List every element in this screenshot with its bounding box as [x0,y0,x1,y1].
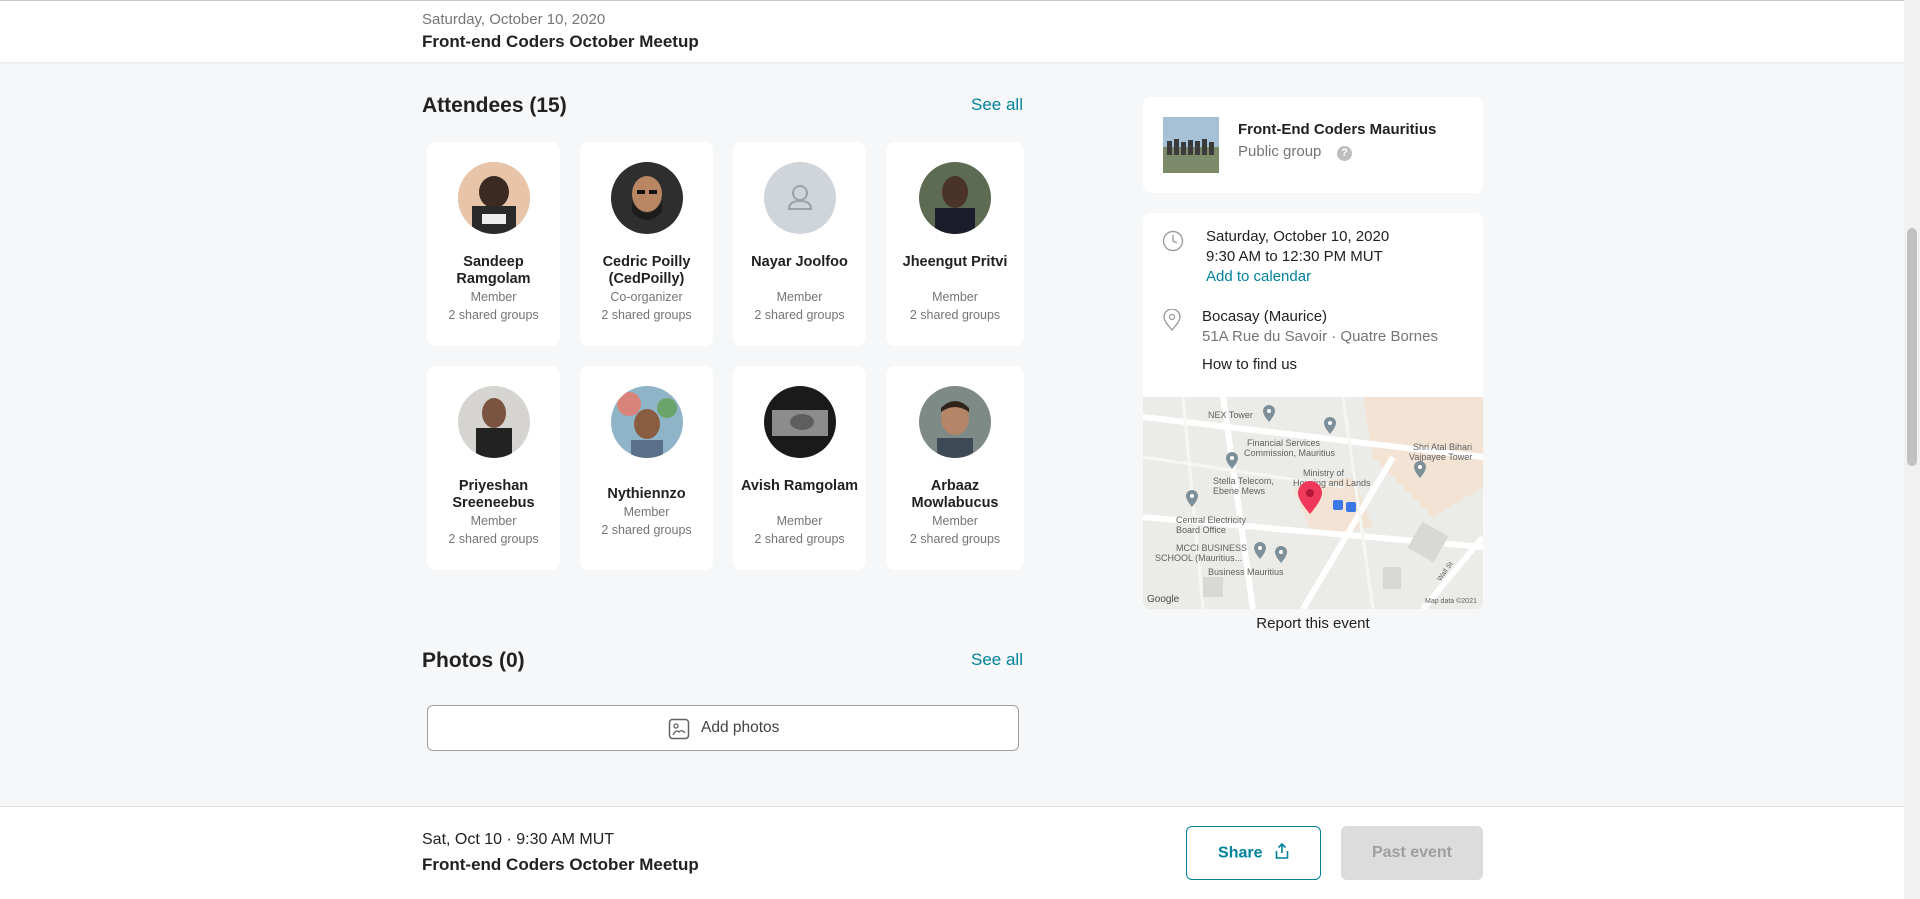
event-date-detail: Saturday, October 10, 2020 [1206,228,1390,245]
add-to-calendar-link[interactable]: Add to calendar [1206,268,1311,285]
sticky-header: Saturday, October 10, 2020 Front-end Cod… [0,0,1904,62]
attendee-role: Member [932,290,978,304]
avatar [763,386,836,458]
avatar [610,162,683,234]
help-icon[interactable]: ? [1337,146,1352,161]
attendee-shared-groups: 2 shared groups [909,532,1001,546]
attendee-role: Co-organizer [610,290,683,304]
map-poi-icon [1274,546,1288,569]
group-name[interactable]: Front-End Coders Mauritius [1238,121,1436,138]
map-label: Shri Atal Bihari [1413,442,1473,452]
page-scrollbar[interactable] [1904,0,1920,899]
venue-name: Bocasay (Maurice) [1202,308,1328,325]
attendee-card[interactable]: Arbaaz Mowlabucus Member 2 shared groups [886,366,1024,570]
map-transit-icon [1333,499,1357,517]
attendee-card[interactable]: Cedric Poilly (CedPoilly) Co-organizer 2… [580,142,713,346]
avatar [457,162,530,234]
attendee-name: Nythiennzo [607,486,686,502]
attendee-role: Member [776,290,823,304]
map-poi-icon [1323,417,1337,440]
location-pin-icon [1162,308,1182,336]
map-label: Stella Telecom, [1213,476,1274,486]
share-label: Share [1218,844,1263,861]
map-label: Commission, Mauritius [1244,448,1336,458]
attendee-name: Priyeshan Sreeneebus [452,478,535,511]
attendee-role: Member [623,505,670,519]
avatar [919,162,991,234]
attendee-role: Member [776,514,823,528]
map-label: Ministry of [1303,468,1345,478]
attendee-name: Jheengut Pritvi [902,254,1008,270]
attendee-role: Member [470,514,517,528]
attendees-heading: Attendees (15) [422,94,567,117]
map-label: Ebene Mews [1213,486,1266,496]
how-to-find-us: How to find us [1202,356,1298,373]
attendee-card[interactable]: Avish Ramgolam Member 2 shared groups [733,366,866,570]
add-photos-button[interactable]: Add photos [427,705,1019,751]
venue-map[interactable]: NEX Tower Financial Services Commission,… [1143,397,1483,609]
attendee-shared-groups: 2 shared groups [448,308,539,322]
group-card[interactable]: Front-End Coders Mauritius Public group … [1143,97,1483,193]
clock-icon [1162,230,1184,257]
map-poi-icon [1225,452,1239,475]
attendee-role: Member [932,514,978,528]
attendee-card[interactable]: Priyeshan Sreeneebus Member 2 shared gro… [427,366,560,570]
photos-heading: Photos (0) [422,649,525,672]
event-info-card: Saturday, October 10, 2020 9:30 AM to 12… [1143,213,1483,609]
map-copyright: Map data ©2021 [1425,598,1477,605]
avatar [457,386,530,458]
attendee-name: Sandeep Ramgolam [456,254,531,287]
attendee-name: Avish Ramgolam [740,478,859,494]
attendee-name: Arbaaz Mowlabucus [911,478,999,511]
attendee-card[interactable]: Sandeep Ramgolam Member 2 shared groups [427,142,560,346]
attendee-card[interactable]: Jheengut Pritvi Member 2 shared groups [886,142,1024,346]
attendee-shared-groups: 2 shared groups [448,532,539,546]
google-logo: Google [1147,594,1180,605]
footer-event-date: Sat, Oct 10 · 9:30 AM MUT [422,831,615,848]
event-title: Front-end Coders October Meetup [422,32,699,51]
map-poi-icon [1262,405,1276,428]
map-label: Business Mauritius [1208,567,1284,577]
map-label: MCCI BUSINESS [1176,543,1248,553]
add-photos-label: Add photos [701,719,780,736]
attendee-shared-groups: 2 shared groups [754,532,845,546]
attendee-shared-groups: 2 shared groups [754,308,845,322]
group-photo [1163,117,1219,173]
past-event-button: Past event [1341,826,1483,880]
group-type: Public group [1238,143,1322,160]
map-pin-icon [1297,481,1323,520]
avatar [610,386,683,458]
map-label: Central Electricity [1176,515,1247,525]
attendees-see-all-link[interactable]: See all [971,95,1023,115]
attendee-role: Member [470,290,517,304]
map-poi-icon [1413,461,1427,484]
photos-see-all-link[interactable]: See all [971,650,1023,670]
map-label: NEX Tower [1208,410,1253,420]
attendee-name: Cedric Poilly (CedPoilly) [602,254,691,287]
map-poi-icon [1185,490,1199,513]
image-icon [668,718,690,745]
event-date: Saturday, October 10, 2020 [422,11,606,28]
footer-event-title: Front-end Coders October Meetup [422,855,699,874]
scrollbar-thumb[interactable] [1907,228,1917,466]
map-label: Financial Services [1247,438,1321,448]
attendee-shared-groups: 2 shared groups [601,308,692,322]
attendee-shared-groups: 2 shared groups [909,308,1001,322]
map-label: Board Office [1176,525,1226,535]
venue-address: 51A Rue du Savoir · Quatre Bornes [1202,328,1438,345]
map-poi-icon [1253,542,1267,565]
share-button[interactable]: Share [1186,826,1321,880]
attendee-name: Nayar Joolfoo [751,254,848,270]
share-icon [1275,842,1289,863]
attendee-card[interactable]: Nythiennzo Member 2 shared groups [580,366,713,570]
attendee-shared-groups: 2 shared groups [601,523,692,537]
event-time: 9:30 AM to 12:30 PM MUT [1206,248,1383,265]
attendee-card[interactable]: Nayar Joolfoo Member 2 shared groups [733,142,866,346]
sticky-footer: Sat, Oct 10 · 9:30 AM MUT Front-end Code… [0,806,1904,899]
default-avatar-icon [763,162,836,234]
map-label: SCHOOL (Mauritius... [1155,553,1243,563]
avatar [919,386,991,458]
report-event-link[interactable]: Report this event [1143,615,1483,632]
